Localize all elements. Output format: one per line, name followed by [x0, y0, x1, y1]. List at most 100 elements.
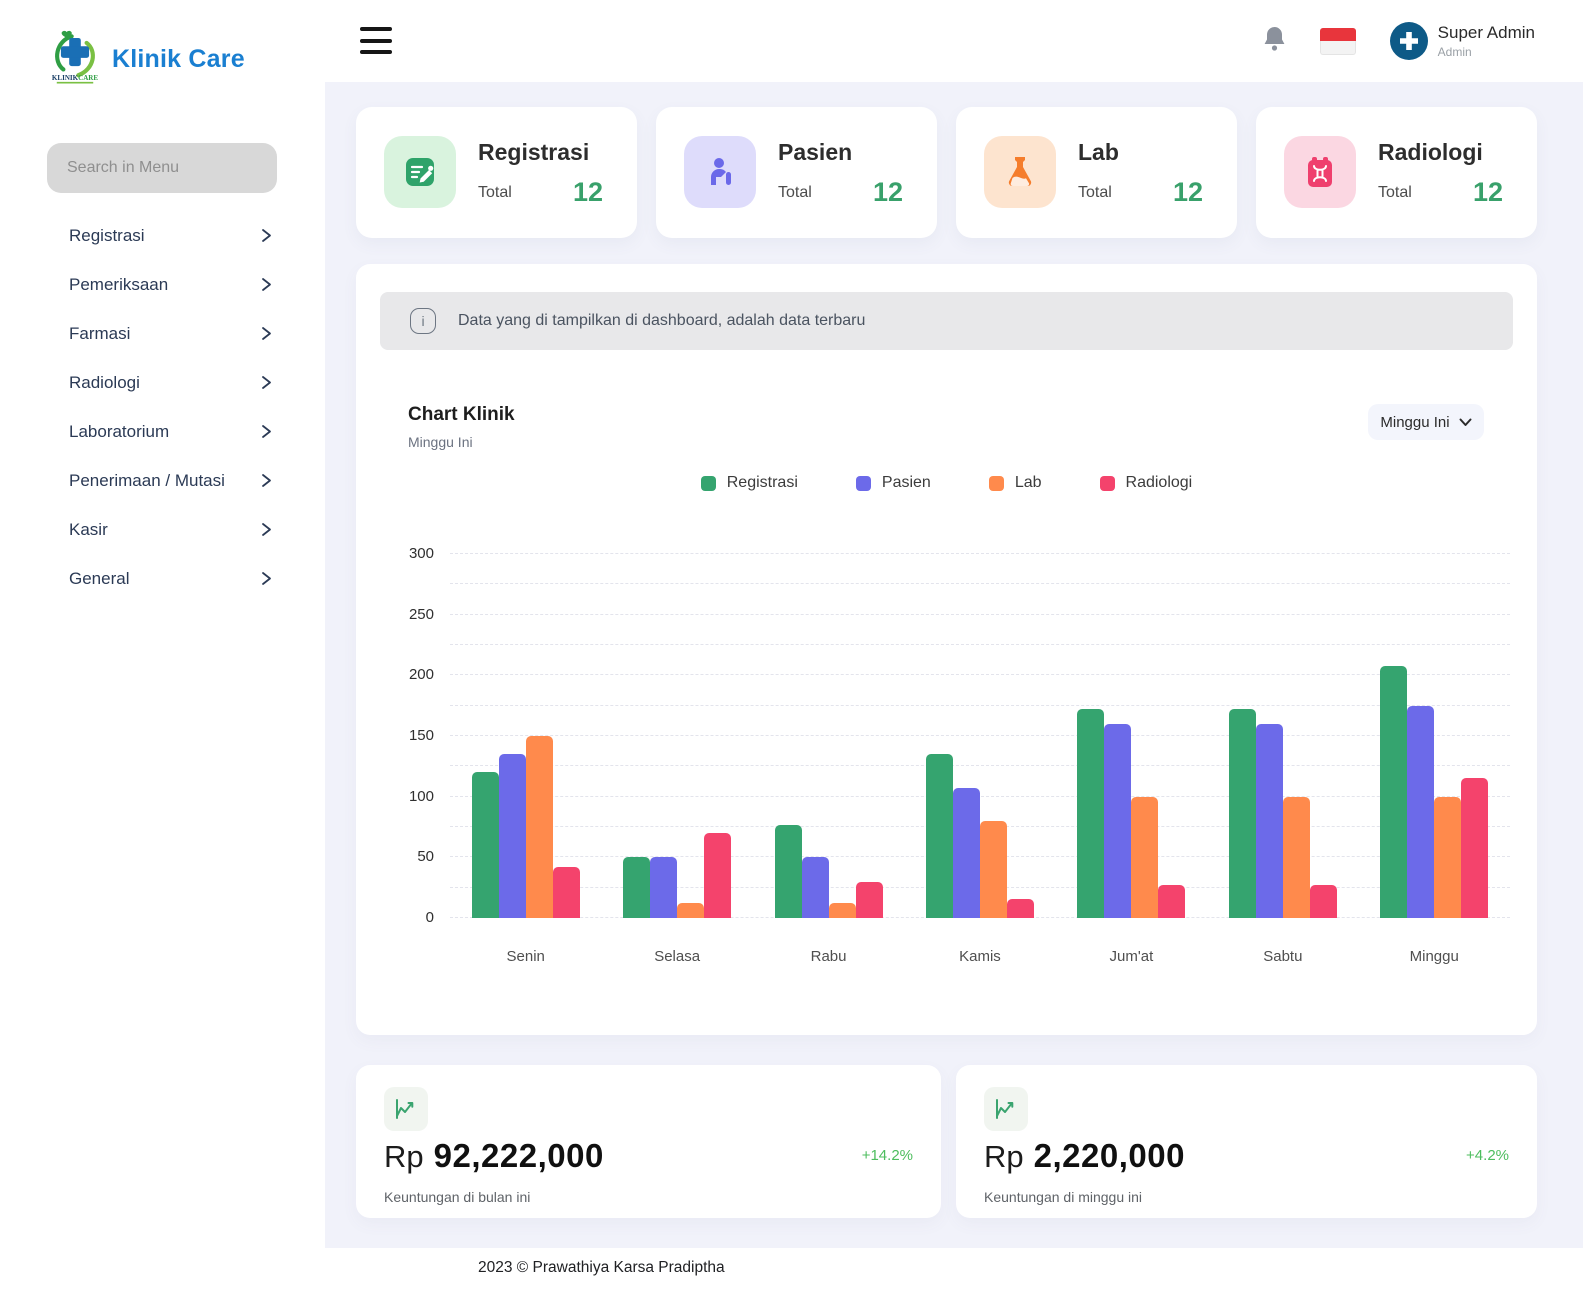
- stat-title: Lab: [1078, 139, 1119, 166]
- sidebar-item-label: Radiologi: [69, 373, 140, 393]
- sidebar-item-label: Laboratorium: [69, 422, 169, 442]
- money-card-week: Rp 2,220,000 +4.2% Keuntungan di minggu …: [956, 1065, 1537, 1218]
- legend-item-radiologi[interactable]: Radiologi: [1100, 474, 1193, 492]
- klinik-care-logo-icon: KLINIKCARE: [50, 28, 100, 91]
- bar-pasien: [1256, 724, 1283, 918]
- chevron-right-icon: [260, 228, 273, 243]
- legend-item-lab[interactable]: Lab: [989, 474, 1042, 492]
- chart-card: i Data yang di tampilkan di dashboard, a…: [356, 264, 1537, 1035]
- bar-pasien: [953, 788, 980, 918]
- y-axis-tick-label: 200: [384, 666, 434, 684]
- bar-pasien: [650, 857, 677, 918]
- sidebar-item-kasir[interactable]: Kasir: [0, 505, 325, 554]
- chevron-right-icon: [260, 571, 273, 586]
- x-axis-tick-label: Sabtu: [1207, 948, 1358, 965]
- notification-bell-icon[interactable]: [1263, 25, 1286, 57]
- chevron-right-icon: [260, 473, 273, 488]
- brand-logo-row[interactable]: KLINIKCARE Klinik Care: [50, 28, 245, 91]
- search-input[interactable]: [47, 143, 277, 193]
- sidebar-item-penerimaan-mutasi[interactable]: Penerimaan / Mutasi: [0, 456, 325, 505]
- chart-subtitle: Minggu Ini: [408, 434, 473, 450]
- chart-title: Chart Klinik: [408, 404, 515, 426]
- bar-group-minggu: [1359, 554, 1510, 918]
- legend-swatch: [989, 476, 1004, 491]
- sidebar-item-label: Farmasi: [69, 324, 130, 344]
- sidebar-item-pemeriksaan[interactable]: Pemeriksaan: [0, 260, 325, 309]
- bar-lab: [829, 903, 856, 918]
- x-axis-labels: SeninSelasaRabuKamisJum'atSabtuMinggu: [450, 948, 1510, 965]
- hamburger-menu-icon[interactable]: [360, 27, 392, 54]
- y-axis-tick-label: 250: [384, 606, 434, 624]
- stat-value: 12: [573, 177, 603, 208]
- sidebar-item-laboratorium[interactable]: Laboratorium: [0, 407, 325, 456]
- legend-swatch: [701, 476, 716, 491]
- flask-icon: [984, 136, 1056, 208]
- bar-chart-plot: 050100150200250300: [450, 554, 1510, 918]
- indonesia-flag-icon[interactable]: [1320, 28, 1356, 55]
- amount-value: 92,222,000: [434, 1137, 604, 1175]
- period-filter-dropdown[interactable]: Minggu Ini: [1368, 404, 1484, 440]
- user-role: Admin: [1438, 45, 1535, 59]
- sidebar: KLINIKCARE Klinik Care Registrasi Pemeri…: [0, 0, 325, 1297]
- sidebar-item-label: General: [69, 569, 129, 589]
- bar-registrasi: [1077, 709, 1104, 918]
- stat-card-registrasi: Registrasi Total 12: [356, 107, 637, 238]
- x-axis-tick-label: Rabu: [753, 948, 904, 965]
- legend-item-pasien[interactable]: Pasien: [856, 474, 931, 492]
- stat-title: Registrasi: [478, 139, 589, 166]
- sidebar-item-general[interactable]: General: [0, 554, 325, 603]
- legend-item-registrasi[interactable]: Registrasi: [701, 474, 798, 492]
- bar-registrasi: [775, 825, 802, 918]
- legend-label: Pasien: [882, 474, 931, 492]
- bar-radiologi: [856, 882, 883, 918]
- sidebar-item-farmasi[interactable]: Farmasi: [0, 309, 325, 358]
- money-card-month: Rp 92,222,000 +14.2% Keuntungan di bulan…: [356, 1065, 941, 1218]
- bar-group-rabu: [753, 554, 904, 918]
- stat-card-lab: Lab Total 12: [956, 107, 1237, 238]
- stat-card-pasien: Pasien Total 12: [656, 107, 937, 238]
- bar-radiologi: [1158, 885, 1185, 918]
- chevron-right-icon: [260, 424, 273, 439]
- bar-radiologi: [1461, 778, 1488, 918]
- sidebar-item-radiologi[interactable]: Radiologi: [0, 358, 325, 407]
- radiology-icon: [1284, 136, 1356, 208]
- x-axis-tick-label: Senin: [450, 948, 601, 965]
- user-name: Super Admin: [1438, 23, 1535, 43]
- legend-label: Lab: [1015, 474, 1042, 492]
- bar-registrasi: [1380, 666, 1407, 918]
- chevron-right-icon: [260, 277, 273, 292]
- dashboard-page: KLINIKCARE Klinik Care Registrasi Pemeri…: [0, 0, 1583, 1297]
- bar-pasien: [1407, 706, 1434, 918]
- stat-title: Pasien: [778, 139, 852, 166]
- stat-total-label: Total: [1078, 184, 1112, 202]
- bar-registrasi: [623, 857, 650, 918]
- user-menu[interactable]: Super Admin Admin: [1390, 22, 1535, 60]
- delta-badge: +4.2%: [1466, 1147, 1509, 1164]
- sidebar-item-label: Kasir: [69, 520, 108, 540]
- patient-icon: [684, 136, 756, 208]
- y-axis-tick-label: 300: [384, 545, 434, 563]
- x-axis-tick-label: Kamis: [904, 948, 1055, 965]
- sidebar-item-label: Penerimaan / Mutasi: [69, 471, 225, 491]
- sidebar-item-registrasi[interactable]: Registrasi: [0, 211, 325, 260]
- y-axis-tick-label: 50: [384, 848, 434, 866]
- chart-line-icon: [984, 1087, 1028, 1131]
- stat-value: 12: [1473, 177, 1503, 208]
- stat-total-label: Total: [778, 184, 812, 202]
- bar-pasien: [499, 754, 526, 918]
- bar-registrasi: [1229, 709, 1256, 918]
- chevron-right-icon: [260, 375, 273, 390]
- bar-lab: [1434, 797, 1461, 918]
- footer-copyright: 2023 © Prawathiya Karsa Pradiptha: [478, 1259, 725, 1277]
- bar-group-sabtu: [1207, 554, 1358, 918]
- sidebar-menu: Registrasi Pemeriksaan Farmasi Radiologi…: [0, 211, 325, 603]
- x-axis-tick-label: Selasa: [601, 948, 752, 965]
- bar-pasien: [802, 857, 829, 918]
- currency-label: Rp: [384, 1139, 424, 1175]
- bar-lab: [1131, 797, 1158, 918]
- bar-registrasi: [472, 772, 499, 918]
- bar-group-kamis: [904, 554, 1055, 918]
- bar-group-jumat: [1056, 554, 1207, 918]
- chevron-right-icon: [260, 522, 273, 537]
- delta-badge: +14.2%: [862, 1147, 913, 1164]
